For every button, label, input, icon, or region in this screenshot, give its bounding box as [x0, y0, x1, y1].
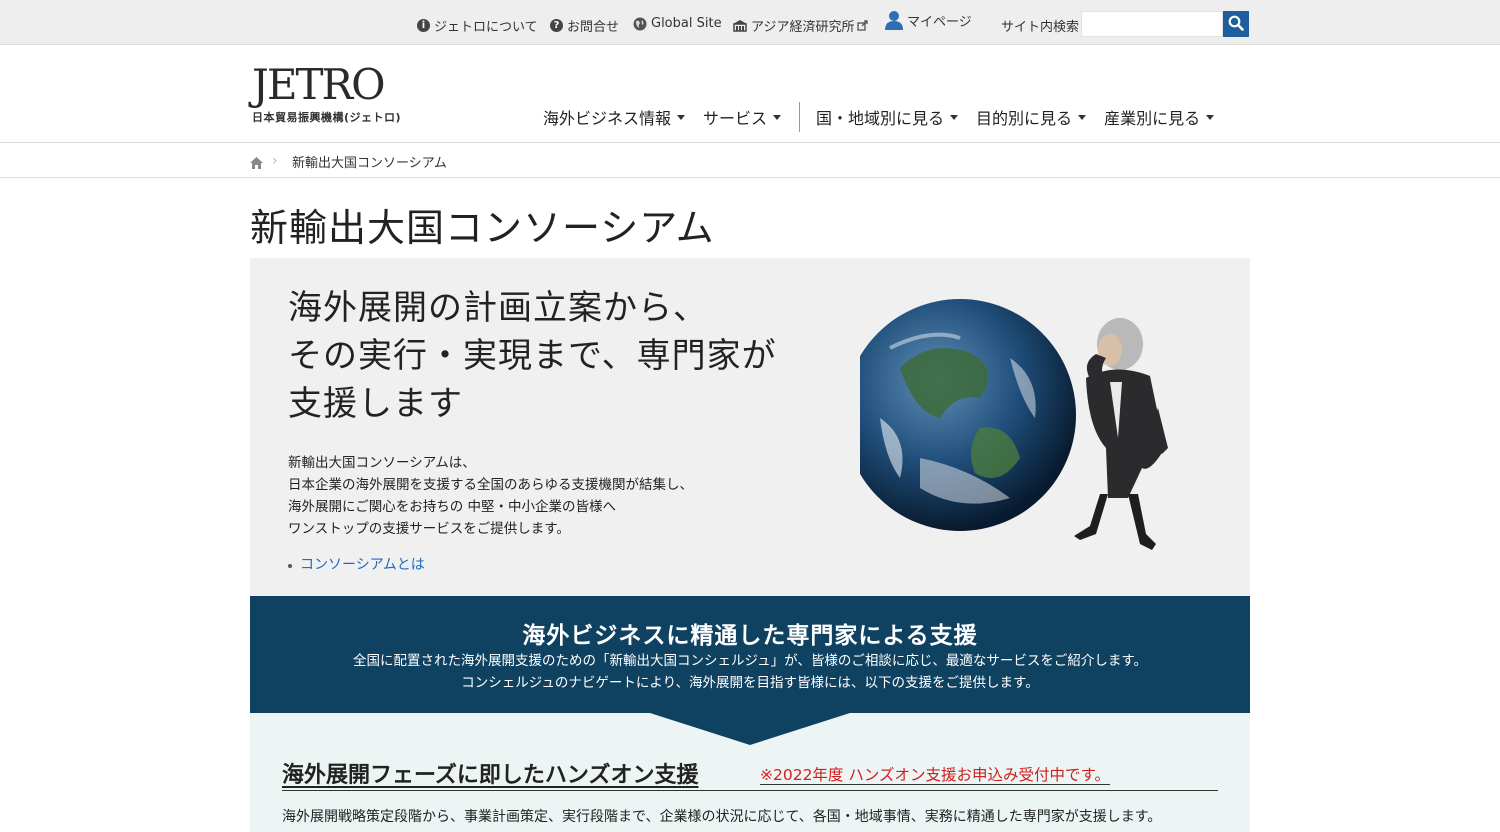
building-icon: [733, 19, 747, 32]
nav-divider: [799, 102, 801, 132]
search-label: サイト内検索: [1001, 20, 1080, 35]
nav-services-label: サービス: [703, 109, 768, 128]
nav-by-region-label: 国・地域別に見る: [816, 109, 945, 128]
mypage-link[interactable]: マイページ: [885, 10, 972, 30]
breadcrumb: › 新輸出大国コンソーシアム: [0, 143, 1500, 178]
main-nav: 海外ビジネス情報 サービス 国・地域別に見る 目的別に見る 産業別に見る: [543, 102, 1232, 132]
about-consortium-link[interactable]: コンソーシアムとは: [288, 554, 425, 574]
expert-support-band: 海外ビジネスに精通した専門家による支援 全国に配置された海外展開支援のための「新…: [250, 596, 1250, 713]
nav-by-purpose-label: 目的別に見る: [976, 109, 1073, 128]
home-icon: [250, 154, 263, 173]
handson-notice: ※2022年度 ハンズオン支援お申込み受付中です。: [760, 766, 1111, 784]
contact-link[interactable]: ? お問合せ: [550, 16, 619, 35]
caret-down-icon: [950, 114, 959, 120]
about-consortium-label: コンソーシアムとは: [300, 557, 425, 573]
hero-heading-line: その実行・実現まで、専門家が: [288, 336, 777, 376]
search-button[interactable]: [1223, 11, 1249, 37]
logo-subtitle: 日本貿易振興機構(ジェトロ): [252, 111, 402, 124]
site-header: JETRO 日本貿易振興機構(ジェトロ) 海外ビジネス情報 サービス 国・地域別…: [0, 45, 1500, 143]
businessman-figure: [1074, 318, 1168, 550]
hero-desc-line: 新輸出大国コンソーシアムは、: [288, 455, 476, 471]
hero-heading-line: 海外展開の計画立案から、: [288, 288, 708, 328]
chevron-right-icon: ›: [272, 153, 278, 169]
caret-down-icon: [1078, 114, 1087, 120]
bullet-icon: [288, 564, 292, 568]
nav-by-purpose[interactable]: 目的別に見る: [976, 105, 1087, 129]
nav-by-industry[interactable]: 産業別に見る: [1104, 105, 1215, 129]
external-link-icon: [857, 20, 869, 31]
page-title: 新輸出大国コンソーシアム: [250, 206, 715, 250]
hero-image-globe-businessman: [844, 298, 1180, 558]
handson-heading: 海外展開フェーズに即したハンズオン支援: [282, 763, 699, 788]
jetro-logo[interactable]: JETRO 日本貿易振興機構(ジェトロ): [252, 63, 412, 133]
handson-body: 海外展開戦略策定段階から、事業計画策定、実行段階まで、企業様の状況に応じて、各国…: [282, 809, 1162, 825]
ide-link[interactable]: アジア経済研究所: [733, 16, 872, 35]
hero-section: 海外展開の計画立案から、 その実行・実現まで、専門家が 支援します 新輸出大国コ…: [250, 258, 1250, 596]
info-icon: i: [417, 19, 430, 32]
nav-overseas-business-label: 海外ビジネス情報: [543, 109, 672, 128]
hero-description: 新輸出大国コンソーシアムは、 日本企業の海外展開を支援する全国のあらゆる支援機関…: [288, 452, 693, 540]
caret-down-icon: [1206, 114, 1215, 120]
expert-support-text: 全国に配置された海外展開支援のための「新輸出大国コンシェルジュ」が、皆様のご相談…: [353, 653, 1147, 669]
ide-label: アジア経済研究所: [751, 20, 855, 35]
user-icon: [885, 10, 903, 30]
section-divider: [282, 790, 1218, 791]
caret-down-icon: [677, 114, 686, 120]
nav-overseas-business[interactable]: 海外ビジネス情報: [543, 105, 686, 129]
caret-down-icon: [773, 114, 782, 120]
band-arrow-decoration: [650, 713, 850, 745]
nav-by-industry-label: 産業別に見る: [1104, 109, 1201, 128]
mypage-label: マイページ: [907, 14, 972, 30]
hero-desc-line: ワンストップの支援サービスをご提供します。: [288, 521, 570, 537]
hero-desc-line: 日本企業の海外展開を支援する全国のあらゆる支援機関が結集し、: [288, 477, 693, 493]
globe-icon: [633, 17, 647, 31]
contact-label: お問合せ: [567, 20, 620, 35]
breadcrumb-home-link[interactable]: [250, 154, 263, 173]
hero-heading-line: 支援します: [288, 384, 463, 424]
search-input[interactable]: [1081, 11, 1223, 37]
hero-desc-line: 海外展開にご関心をお持ちの 中堅・中小企業の皆様へ: [288, 499, 617, 515]
utility-bar: i ジェトロについて ? お問合せ Global Site アジア経済研究所 マ…: [0, 0, 1500, 45]
hero-heading: 海外展開の計画立案から、 その実行・実現まで、専門家が 支援します: [288, 284, 848, 428]
search-icon: [1228, 15, 1244, 34]
global-site-label: Global Site: [651, 16, 722, 31]
expert-support-title: 海外ビジネスに精通した専門家による支援: [522, 623, 978, 649]
nav-services[interactable]: サービス: [703, 105, 782, 129]
question-icon: ?: [550, 19, 563, 32]
expert-support-text: コンシェルジュのナビゲートにより、海外展開を目指す皆様には、以下の支援をご提供し…: [461, 675, 1039, 691]
global-site-link[interactable]: Global Site: [633, 16, 722, 31]
breadcrumb-current: 新輸出大国コンソーシアム: [292, 156, 447, 171]
nav-by-region[interactable]: 国・地域別に見る: [816, 105, 959, 129]
about-jetro-label: ジェトロについて: [434, 20, 538, 35]
about-jetro-link[interactable]: i ジェトロについて: [417, 16, 538, 35]
logo-mark: JETRO: [252, 60, 386, 109]
